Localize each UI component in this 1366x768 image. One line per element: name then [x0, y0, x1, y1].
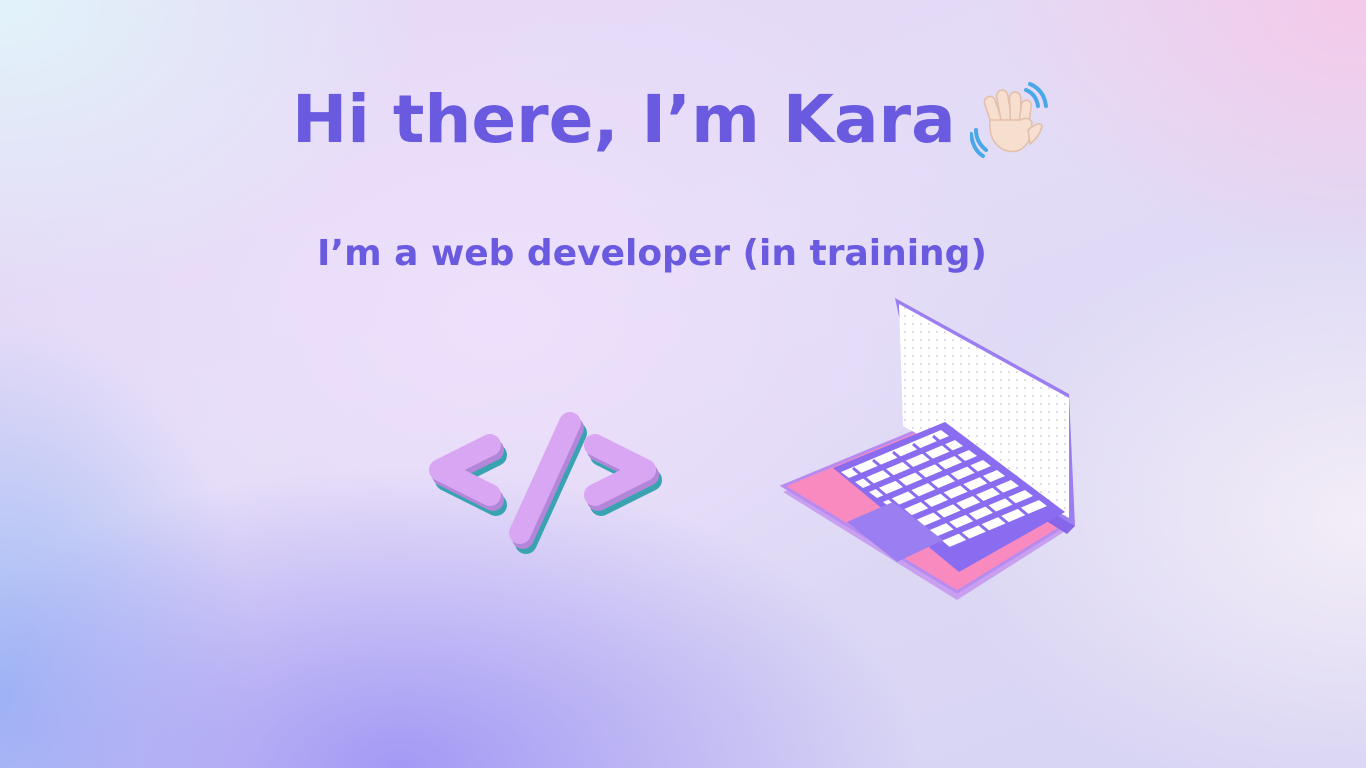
- code-tag-icon: [429, 412, 662, 554]
- greeting-heading: Hi there, I’m Kara: [292, 81, 956, 158]
- headline: Hi there, I’m Kara: [292, 80, 1050, 160]
- laptop-icon: [779, 298, 1075, 600]
- tagline: I’m a web developer (in training): [317, 233, 987, 274]
- waving-hand-icon: [969, 82, 1048, 158]
- hero-banner: { "hero": { "greeting": "Hi there, I’m K…: [0, 0, 1366, 768]
